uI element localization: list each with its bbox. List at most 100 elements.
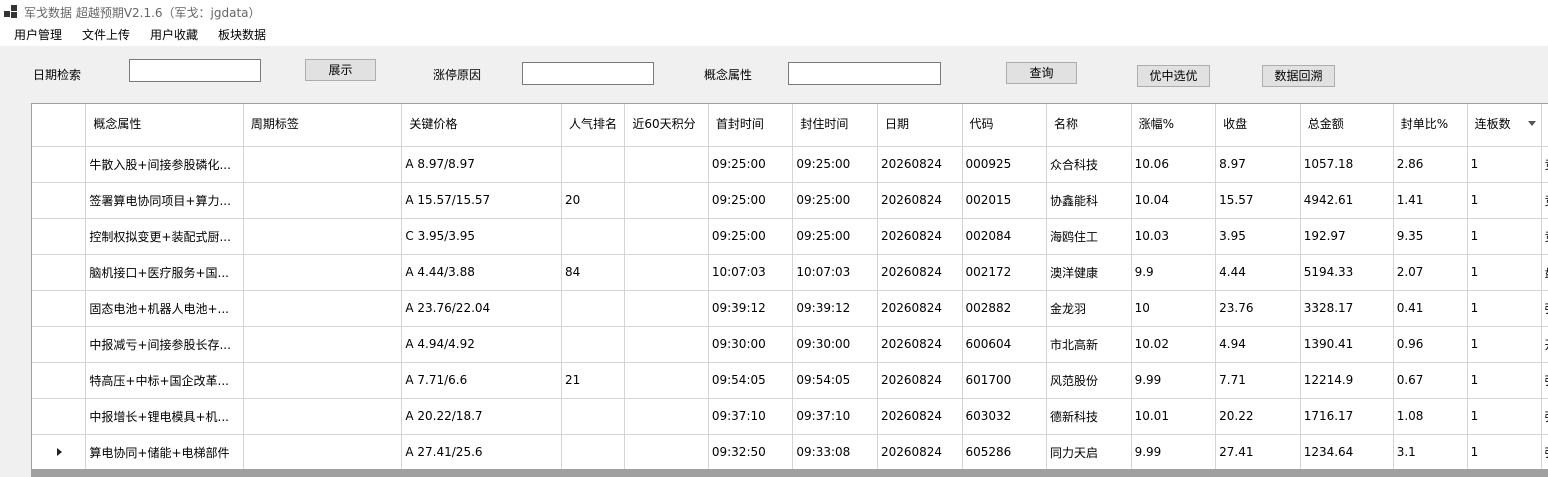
column-header[interactable]: 关键价格 bbox=[401, 104, 562, 147]
column-header[interactable]: 收盘 bbox=[1215, 104, 1301, 147]
table-cell[interactable]: 20260824 bbox=[877, 182, 963, 219]
column-header[interactable]: 首封时间 bbox=[708, 104, 794, 147]
table-cell[interactable]: 协鑫能科 bbox=[1046, 182, 1132, 219]
table-cell[interactable]: 1 bbox=[1467, 362, 1542, 399]
table-cell[interactable]: 同力天启 bbox=[1046, 434, 1132, 471]
column-header[interactable]: 涨幅% bbox=[1131, 104, 1217, 147]
table-cell[interactable] bbox=[243, 290, 403, 327]
table-cell[interactable]: 09:25:00 bbox=[708, 146, 794, 183]
table-cell[interactable]: 09:33:08 bbox=[792, 434, 878, 471]
table-cell[interactable]: 9.9 bbox=[1131, 254, 1217, 291]
query-button[interactable]: 查询 bbox=[1006, 62, 1077, 84]
table-cell[interactable]: 20260824 bbox=[877, 326, 963, 363]
table-cell[interactable]: 20260824 bbox=[877, 218, 963, 255]
table-cell[interactable]: 09:25:00 bbox=[792, 218, 878, 255]
table-cell[interactable]: 1234.64 bbox=[1300, 434, 1394, 471]
table-cell[interactable]: 09:30:00 bbox=[708, 326, 794, 363]
table-cell[interactable]: 2.86 bbox=[1393, 146, 1468, 183]
table-cell[interactable] bbox=[624, 182, 709, 219]
table-cell[interactable]: 09:25:00 bbox=[708, 182, 794, 219]
table-cell[interactable]: 3328.17 bbox=[1300, 290, 1394, 327]
table-cell[interactable]: A 20.22/18.7 bbox=[401, 398, 562, 435]
table-cell[interactable]: 市北高新 bbox=[1046, 326, 1132, 363]
menu-sector-data[interactable]: 板块数据 bbox=[213, 27, 271, 45]
table-cell[interactable] bbox=[243, 254, 403, 291]
table-cell[interactable]: 1716.17 bbox=[1300, 398, 1394, 435]
table-cell[interactable]: 09:54:05 bbox=[792, 362, 878, 399]
table-cell[interactable]: 1057.18 bbox=[1300, 146, 1394, 183]
table-cell[interactable]: 中报减亏+间接参股长存... bbox=[85, 326, 244, 363]
table-cell[interactable]: 10.04 bbox=[1131, 182, 1217, 219]
table-cell[interactable]: 金龙羽 bbox=[1046, 290, 1132, 327]
column-header[interactable]: 近60天积分 bbox=[624, 104, 709, 147]
table-row[interactable]: 脑机接口+医疗服务+国... A 4.44/3.88 84 10:07:03 10:07… bbox=[32, 254, 1548, 291]
concept-input[interactable] bbox=[788, 62, 941, 85]
table-row[interactable]: 中报增长+锂电模具+机... A 20.22/18.7 09:37:10 09:37:… bbox=[32, 398, 1548, 435]
table-cell[interactable]: 9.99 bbox=[1131, 362, 1217, 399]
table-cell[interactable]: 0.67 bbox=[1393, 362, 1468, 399]
table-cell[interactable] bbox=[624, 362, 709, 399]
table-cell[interactable]: 601700 bbox=[962, 362, 1048, 399]
table-cell[interactable]: 192.97 bbox=[1300, 218, 1394, 255]
table-cell[interactable]: 1 bbox=[1467, 182, 1542, 219]
table-cell[interactable] bbox=[624, 146, 709, 183]
table-cell[interactable]: 竞价一字 bbox=[1541, 218, 1548, 255]
table-cell[interactable]: 强势分歧 bbox=[1541, 434, 1548, 471]
table-cell[interactable]: 0.41 bbox=[1393, 290, 1468, 327]
table-cell[interactable]: 20260824 bbox=[877, 398, 963, 435]
table-cell[interactable]: 3.95 bbox=[1215, 218, 1301, 255]
table-cell[interactable]: A 15.57/15.57 bbox=[401, 182, 562, 219]
table-cell[interactable]: 1 bbox=[1467, 218, 1542, 255]
table-cell[interactable]: 1390.41 bbox=[1300, 326, 1394, 363]
table-cell[interactable] bbox=[243, 218, 403, 255]
table-cell[interactable]: 4.44 bbox=[1215, 254, 1301, 291]
table-cell[interactable]: 84 bbox=[561, 254, 626, 291]
column-header[interactable]: 封单比% bbox=[1393, 104, 1468, 147]
table-cell[interactable]: 1 bbox=[1467, 326, 1542, 363]
table-cell[interactable]: A 8.97/8.97 bbox=[401, 146, 562, 183]
table-cell[interactable]: 09:30:00 bbox=[792, 326, 878, 363]
table-cell[interactable]: 09:54:05 bbox=[708, 362, 794, 399]
table-cell[interactable]: 09:39:12 bbox=[792, 290, 878, 327]
table-cell[interactable]: 20 bbox=[561, 182, 626, 219]
row-header[interactable] bbox=[32, 146, 87, 183]
table-cell[interactable] bbox=[243, 326, 403, 363]
table-cell[interactable]: 4.94 bbox=[1215, 326, 1301, 363]
menu-user-favorites[interactable]: 用户收藏 bbox=[145, 27, 203, 45]
column-header[interactable]: 连板数 bbox=[1467, 104, 1542, 147]
table-cell[interactable] bbox=[624, 398, 709, 435]
column-header[interactable]: 人气排名 bbox=[561, 104, 626, 147]
reason-input[interactable] bbox=[522, 62, 654, 85]
table-cell[interactable]: 20260824 bbox=[877, 146, 963, 183]
table-cell[interactable]: 09:25:00 bbox=[792, 182, 878, 219]
table-cell[interactable]: 27.41 bbox=[1215, 434, 1301, 471]
table-cell[interactable] bbox=[243, 182, 403, 219]
row-header[interactable] bbox=[32, 218, 87, 255]
table-cell[interactable] bbox=[624, 434, 709, 471]
table-cell[interactable]: 1 bbox=[1467, 434, 1542, 471]
table-cell[interactable]: 9.35 bbox=[1393, 218, 1468, 255]
table-cell[interactable]: 澳洋健康 bbox=[1046, 254, 1132, 291]
table-cell[interactable]: 算电协同+储能+电梯部件 bbox=[85, 434, 244, 471]
column-header[interactable]: 周期标签 bbox=[243, 104, 403, 147]
table-cell[interactable]: 20.22 bbox=[1215, 398, 1301, 435]
table-cell[interactable]: 10:07:03 bbox=[792, 254, 878, 291]
table-cell[interactable]: 10.02 bbox=[1131, 326, 1217, 363]
data-backtrack-button[interactable]: 数据回溯 bbox=[1262, 65, 1335, 87]
table-cell[interactable]: 牛散入股+间接参股磷化... bbox=[85, 146, 244, 183]
table-cell[interactable]: 中报增长+锂电模具+机... bbox=[85, 398, 244, 435]
table-cell[interactable]: 002084 bbox=[962, 218, 1048, 255]
table-cell[interactable] bbox=[624, 290, 709, 327]
table-cell[interactable]: 1 bbox=[1467, 254, 1542, 291]
table-cell[interactable]: 1 bbox=[1467, 398, 1542, 435]
table-cell[interactable]: A 23.76/22.04 bbox=[401, 290, 562, 327]
table-cell[interactable]: 盘中一封 bbox=[1541, 254, 1548, 291]
table-cell[interactable]: 10.01 bbox=[1131, 398, 1217, 435]
table-cell[interactable]: 21 bbox=[561, 362, 626, 399]
table-cell[interactable]: 09:39:12 bbox=[708, 290, 794, 327]
table-cell[interactable]: 09:25:00 bbox=[708, 218, 794, 255]
table-cell[interactable]: 10 bbox=[1131, 290, 1217, 327]
date-input[interactable] bbox=[129, 59, 261, 82]
table-cell[interactable]: 3.1 bbox=[1393, 434, 1468, 471]
table-cell[interactable] bbox=[243, 146, 403, 183]
